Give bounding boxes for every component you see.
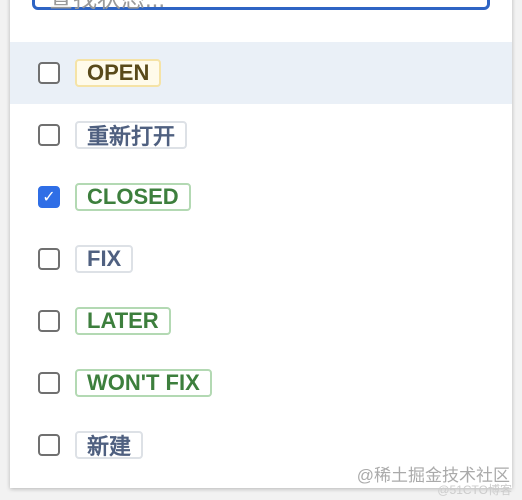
option-row[interactable]: WON'T FIX (10, 352, 512, 414)
checkbox[interactable] (38, 372, 60, 394)
search-placeholder: 查找状态... (49, 0, 165, 14)
status-badge: OPEN (75, 59, 162, 87)
checkbox[interactable] (38, 62, 60, 84)
checkbox[interactable] (38, 248, 60, 270)
status-badge: CLOSED (75, 183, 191, 211)
status-badge: 重新打开 (75, 121, 188, 149)
checkbox[interactable] (38, 124, 60, 146)
status-badge: LATER (75, 307, 171, 335)
watermark-secondary: @51CTO博客 (437, 483, 512, 497)
status-badge: 新建 (75, 431, 144, 459)
checkbox[interactable] (38, 310, 60, 332)
status-badge: FIX (75, 245, 134, 273)
search-input[interactable]: 查找状态... 🔍 (32, 0, 490, 13)
option-row[interactable]: LATER (10, 290, 512, 352)
option-row[interactable]: FIX (10, 228, 512, 290)
option-row[interactable]: OPEN (10, 42, 512, 104)
status-filter-dropdown: 查找状态... 🔍 OPEN 重新打开 ✓ CLOSED FIX LATER WON'T F… (10, 0, 512, 488)
checkbox[interactable] (38, 434, 60, 456)
checkbox[interactable]: ✓ (38, 186, 60, 208)
option-row[interactable]: 重新打开 (10, 104, 512, 166)
status-badge: WON'T FIX (75, 369, 212, 397)
check-icon: ✓ (42, 189, 56, 206)
option-list: OPEN 重新打开 ✓ CLOSED FIX LATER WON'T FIX 新建 (10, 42, 512, 476)
option-row[interactable]: ✓ CLOSED (10, 166, 512, 228)
